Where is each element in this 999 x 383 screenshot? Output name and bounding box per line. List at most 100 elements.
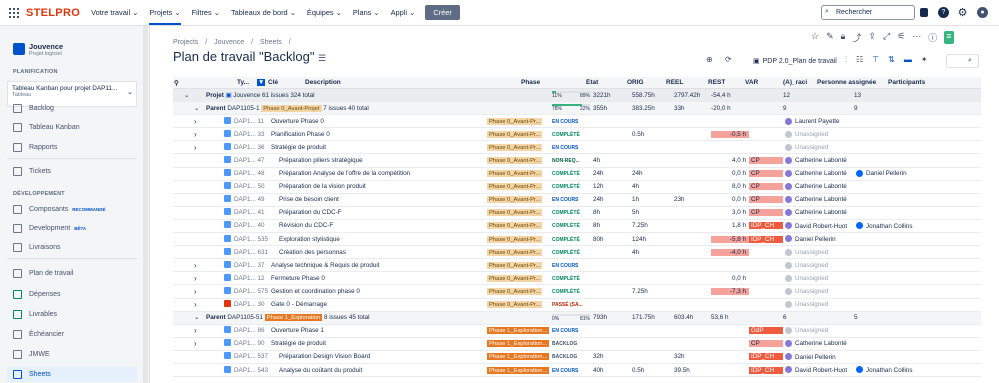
issue-assignee[interactable]: Laurent Payette [783,117,854,125]
table-row[interactable]: DAP1... 48 Préparation Analyse de l'offre… [173,168,981,181]
issue-status[interactable]: EN COURS [552,144,593,151]
collapse-icon[interactable]: ⌄ [194,314,206,321]
star-icon[interactable]: ☆ [811,31,819,44]
issue-description[interactable]: Planification Phase 0 [271,131,487,138]
issue-description[interactable]: Préparation de la vision produit [271,183,487,190]
issue-phase[interactable]: Phase 0_Avant-Pr... [487,222,552,230]
table-row[interactable]: DAP1... 537 Préparation Design Vision Boa… [173,351,981,364]
expand-icon[interactable]: › [194,287,206,296]
issue-key[interactable]: DAP1... 48 [234,170,271,177]
issue-description[interactable]: Prise de besoin client [271,196,487,203]
table-row[interactable]: DAP1... 40 Révision du CDC-F Phase 0_Avant… [173,220,981,234]
nav-your-work[interactable]: Votre travail ⌄ [91,8,138,17]
project-header[interactable]: Jouvence Projet logiciel [13,42,63,57]
search-input[interactable]: ⌕ Rechercher [821,5,915,20]
header-phase[interactable]: Phase [521,79,586,86]
issue-key[interactable]: DAP1... 36 [234,144,271,151]
sidebar-scrollbar[interactable] [143,26,148,383]
export-icon[interactable]: ⇪ [868,31,876,44]
table-row[interactable]: DAP1... 543 Analyse du coûtant du produit… [173,364,981,378]
issue-status[interactable]: EN COURS [552,196,593,203]
fullscreen-icon[interactable]: ⤢ [883,31,890,44]
format-icon[interactable]: ▬ [904,55,912,65]
table-row[interactable]: DAP1... 41 Préparation du CDC-F Phase 0_Av… [173,207,981,220]
issue-phase[interactable]: Phase 0_Avant-Pr... [487,157,552,165]
create-button[interactable]: Créer [425,5,460,20]
issue-description[interactable]: Création des personnas [271,249,487,256]
header-reel[interactable]: RÉEL [666,79,708,86]
issue-status[interactable]: PASSÉ (SA... [552,301,593,308]
center-icon[interactable]: ⊕ [706,55,713,67]
sidebar-item-kanban[interactable]: Tableau Kanban [13,123,80,132]
issue-assignee[interactable]: Unassigned [783,248,854,256]
sidebar-item-development[interactable]: Development BÊTA [13,224,86,233]
sidebar-item-work-plan[interactable]: Plan de travail [13,269,73,278]
logo[interactable]: STELPRO [26,7,80,19]
issue-description[interactable]: Analyse du coûtant du produit [271,367,487,374]
sidebar-item-releases[interactable]: Livraisons [13,243,61,252]
columns-icon[interactable]: ⫶ [845,55,847,65]
issue-description[interactable]: Ouverture Phase 1 [271,327,487,334]
table-row[interactable]: › DAP1... 36 Stratégie de produit Phase 0_A… [173,141,981,155]
app-switcher-icon[interactable] [9,7,19,18]
issue-participants[interactable]: Jonathan Collins [854,366,934,374]
issue-status[interactable]: NON-REQ... [552,157,593,164]
expand-icon[interactable]: › [194,117,206,126]
list-icon[interactable]: ☰ [318,53,326,63]
issue-description[interactable]: Préparation Analyse de l'offre de la com… [271,170,487,177]
issue-assignee[interactable]: Catherine Labonté [783,156,854,164]
breadcrumb-sheets[interactable]: Sheets [260,39,282,46]
issue-phase[interactable]: Phase 1_Exploration... [487,353,552,361]
table-row[interactable]: › DAP1... 90 Stratégie de produit Phase 1_E… [173,338,981,351]
header-rest[interactable]: REST [708,79,745,86]
nav-apps[interactable]: Appli ⌄ [391,8,416,17]
nav-filters[interactable]: Filtres ⌄ [192,8,220,17]
issue-key[interactable]: DAP1... 33 [234,131,271,138]
nav-projects[interactable]: Projets ⌄ [149,8,181,25]
collapse-icon[interactable]: ⌄ [194,105,206,112]
issue-status[interactable]: COMPLÉTÉ [552,222,593,229]
help-icon[interactable]: ? [938,7,949,18]
issue-assignee[interactable]: Catherine Labonté [783,340,854,347]
issue-status[interactable]: COMPLÉTÉ [552,131,593,138]
issue-key[interactable]: DAP1... 537 [234,353,271,360]
issue-key[interactable]: DAP1... 11 [234,118,271,125]
issue-status[interactable]: COMPLÉTÉ [552,209,593,216]
table-row[interactable]: DAP1... 49 Prise de besoin client Phase 0_… [173,194,981,207]
sort-icon[interactable]: ⇅ [888,55,895,65]
header-var[interactable]: VAR [745,79,783,86]
issue-description[interactable]: Gate 0 - Démarrage [271,301,487,308]
issue-assignee[interactable]: Unassigned [783,274,854,282]
issue-assignee[interactable]: Catherine Labonté [783,183,854,190]
table-row[interactable]: › DAP1... 37 Analyse technique & Requis de… [173,259,981,273]
avatar[interactable]: ● [977,7,988,18]
issue-assignee[interactable]: Daniel Pellerin [783,235,854,243]
sidebar-item-deliverables[interactable]: Livrables [13,310,57,319]
expand-icon[interactable]: › [194,130,206,139]
table-row[interactable]: › DAP1... 33 Planification Phase 0 Phase 0_… [173,128,981,142]
issue-status[interactable]: COMPLÉTÉ [552,288,593,295]
expand-icon[interactable]: › [194,274,206,283]
refresh-icon[interactable]: ⟳ [725,55,732,67]
sidebar-item-tickets[interactable]: Tickets [13,167,51,176]
issue-description[interactable]: Préparation du CDC-F [271,209,487,216]
issue-status[interactable]: EN COURS [552,262,593,269]
issue-key[interactable]: DAP1... 86 [234,327,271,334]
nav-teams[interactable]: Équipes ⌄ [307,8,342,17]
issue-phase[interactable]: Phase 1_Exploration... [487,340,552,348]
sidebar-item-components[interactable]: Composants RECOMMANDÉ [13,205,106,214]
issue-phase[interactable]: Phase 0_Avant-Pr... [487,183,552,191]
table-row[interactable]: DAP1... 47 Préparation piliers stratégiqu… [173,154,981,168]
issue-phase[interactable]: Phase 0_Avant-Pr... [487,130,552,138]
sidebar-item-reports[interactable]: Rapports [13,143,57,152]
table-row[interactable]: DAP1... 631 Création des personnas Phase 0… [173,246,981,260]
more-icon[interactable]: ⋯ [912,31,921,44]
header-assignee[interactable]: Personne assignée [817,79,888,86]
issue-phase[interactable]: Phase 1_Exploration... [487,366,552,374]
issue-assignee[interactable]: Unassigned [783,327,854,334]
issue-assignee[interactable]: Unassigned [783,143,854,151]
table-row[interactable]: DAP1... 535 Exploration stylistique Phase … [173,233,981,247]
issue-description[interactable]: Préparation piliers stratégique [271,157,487,164]
issue-description[interactable]: Exploration stylistique [271,236,487,243]
parent-row[interactable]: ⌄ Parent DAP1105-1 Phase 0_Avant-Projet 7… [173,102,981,116]
